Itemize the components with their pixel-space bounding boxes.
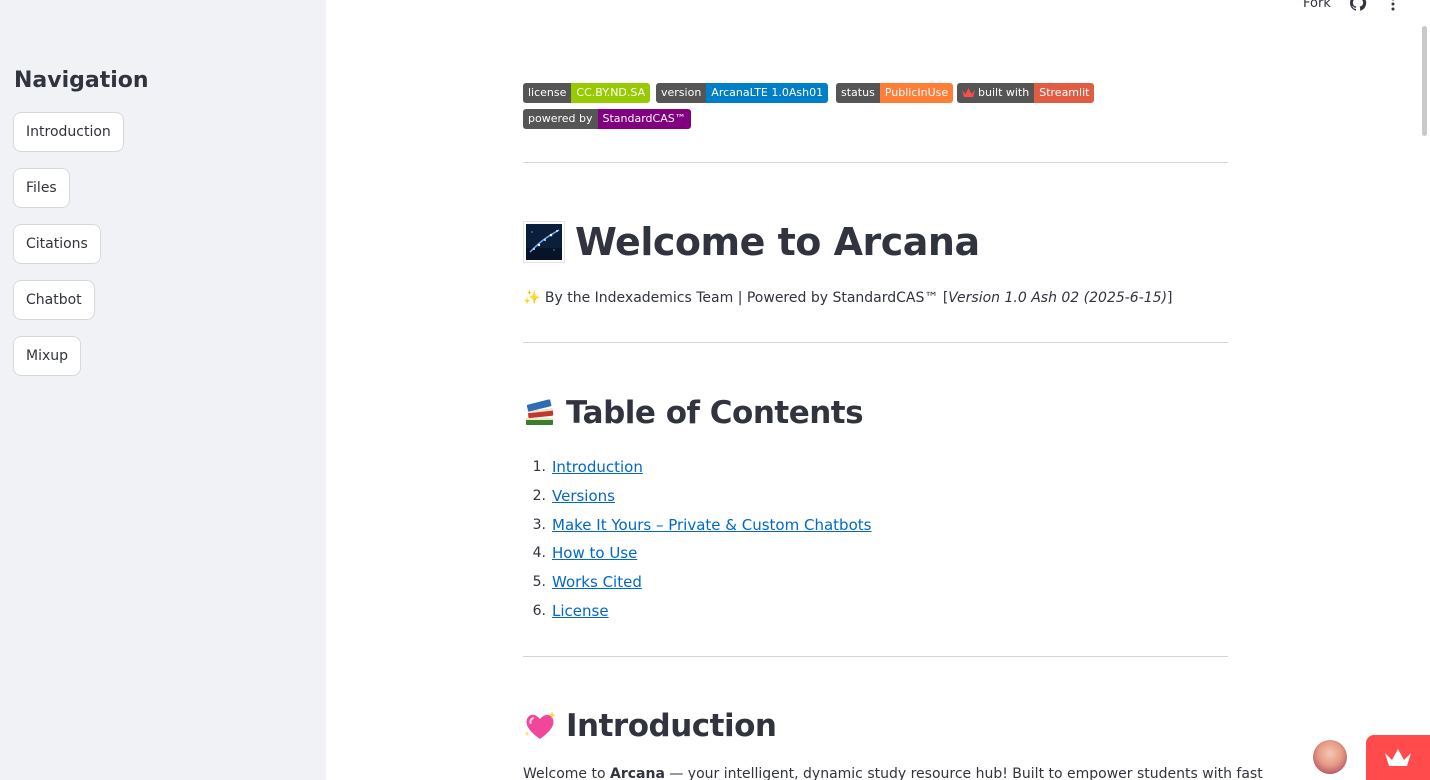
sidebar-item-introduction[interactable]: Introduction xyxy=(13,112,124,152)
sidebar-item-chatbot[interactable]: Chatbot xyxy=(13,280,95,320)
list-item: 4. How to Use xyxy=(523,540,871,569)
streamlit-crown-icon xyxy=(962,88,975,97)
built-with-badge[interactable]: built with Streamlit xyxy=(957,83,1095,103)
powered-by-badge[interactable]: powered by StandardCAS™ xyxy=(523,109,691,129)
page-scrollbar[interactable] xyxy=(1422,26,1427,136)
page-title-row: Welcome to Arcana xyxy=(523,218,980,266)
books-icon xyxy=(523,396,557,430)
toc-link-license[interactable]: License xyxy=(552,598,609,627)
introduction-heading-row: Introduction xyxy=(523,706,777,746)
list-item: 6. License xyxy=(523,598,871,627)
divider xyxy=(523,162,1228,163)
sidebar-title: Navigation xyxy=(14,68,149,93)
toc-link-make-it-yours[interactable]: Make It Yours – Private & Custom Chatbot… xyxy=(552,512,871,541)
sidebar-item-mixup[interactable]: Mixup xyxy=(13,336,82,376)
introduction-heading: Introduction xyxy=(566,708,777,744)
toc-link-versions[interactable]: Versions xyxy=(552,483,615,512)
toc-list: 1. Introduction 2. Versions 3. Make It Your… xyxy=(523,454,872,627)
list-item: 2. Versions xyxy=(523,483,871,512)
avatar[interactable] xyxy=(1313,740,1347,774)
divider xyxy=(523,656,1228,657)
toc-heading: Table of Contents xyxy=(566,395,864,431)
sidebar: Navigation Introduction Files Citations … xyxy=(0,0,326,780)
introduction-paragraph: Welcome to Arcana — your intelligent, dy… xyxy=(523,766,1263,780)
list-item: 5. Works Cited xyxy=(523,569,871,598)
toc-heading-row: Table of Contents xyxy=(523,393,864,433)
version-badge[interactable]: version ArcanaLTE 1.0Ash01 xyxy=(656,83,829,103)
arcana-logo-image xyxy=(523,221,565,263)
toc-link-introduction[interactable]: Introduction xyxy=(552,454,643,483)
sidebar-nav: Introduction Files Citations Chatbot Mix… xyxy=(13,112,124,392)
toc-link-works-cited[interactable]: Works Cited xyxy=(552,569,642,598)
list-item: 3. Make It Yours – Private & Custom Chatb… xyxy=(523,512,872,541)
streamlit-badge[interactable] xyxy=(1366,735,1430,780)
sidebar-item-files[interactable]: Files xyxy=(13,168,70,208)
sidebar-item-citations[interactable]: Citations xyxy=(13,224,101,264)
streamlit-crown-icon xyxy=(1385,749,1411,766)
kebab-menu-icon[interactable] xyxy=(1388,0,1398,11)
page-title: Welcome to Arcana xyxy=(575,220,980,264)
toc-link-how-to-use[interactable]: How to Use xyxy=(552,540,637,569)
divider xyxy=(523,342,1228,343)
byline: ✨ By the Indexademics Team | Powered by … xyxy=(523,290,1173,306)
sparkling-heart-icon xyxy=(523,709,557,743)
status-badge[interactable]: status PublicInUse xyxy=(836,83,954,103)
license-badge[interactable]: license CC.BY.ND.SA xyxy=(523,83,651,103)
fork-button[interactable]: Fork xyxy=(1303,0,1331,11)
app-window: Navigation Introduction Files Citations … xyxy=(0,0,1430,780)
list-item: 1. Introduction xyxy=(523,454,871,483)
github-icon[interactable] xyxy=(1349,0,1367,12)
